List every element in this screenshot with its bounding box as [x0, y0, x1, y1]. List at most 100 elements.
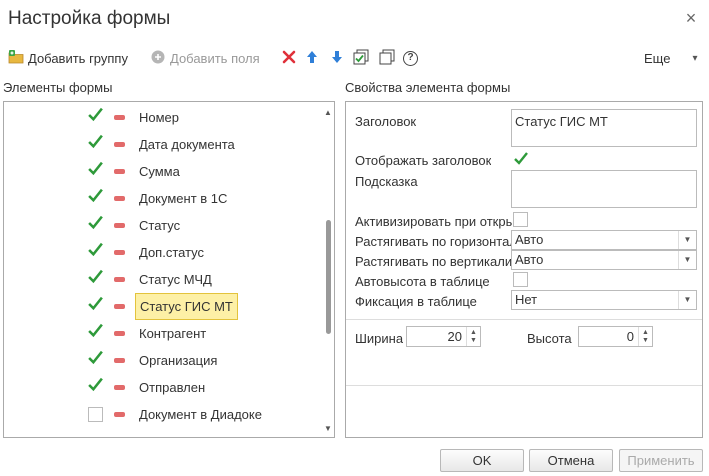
add-group-button[interactable]: Добавить группу: [8, 48, 128, 68]
tree-row[interactable]: Отправлен: [4, 374, 320, 401]
show-header-checkbox[interactable]: [513, 151, 528, 166]
visibility-checkbox[interactable]: [88, 407, 103, 422]
tree-row[interactable]: Дата документа: [4, 131, 320, 158]
chevron-down-icon[interactable]: ▼: [678, 291, 696, 309]
tree-item-label[interactable]: Статус ГИС МТ: [135, 293, 238, 320]
tree-row[interactable]: Сумма: [4, 158, 320, 185]
stretch-v-select[interactable]: Авто ▼: [511, 250, 697, 270]
remove-icon[interactable]: [114, 115, 125, 120]
stretch-h-select[interactable]: Авто ▼: [511, 230, 697, 250]
remove-icon[interactable]: [114, 169, 125, 174]
autoheight-checkbox[interactable]: [513, 272, 528, 287]
height-value: 0: [626, 329, 634, 344]
cancel-button[interactable]: Отмена: [529, 449, 613, 472]
add-fields-label: Добавить поля: [170, 50, 260, 66]
add-fields-button[interactable]: Добавить поля: [150, 48, 260, 68]
tree-scrollbar[interactable]: ▲ ▼: [322, 102, 334, 437]
move-up-button[interactable]: [305, 48, 319, 68]
check-all-button[interactable]: [353, 48, 369, 68]
tree-row[interactable]: Доп.статус: [4, 239, 320, 266]
header-label: Заголовок: [355, 114, 417, 129]
tree-item-label[interactable]: Документ в 1С: [135, 185, 231, 212]
checkmark-icon: [88, 296, 103, 311]
ok-button[interactable]: OK: [440, 449, 524, 472]
uncheck-all-button[interactable]: [379, 48, 395, 68]
divider: [346, 319, 702, 320]
hint-input[interactable]: [511, 170, 697, 208]
visibility-checkbox[interactable]: [88, 323, 103, 341]
tree-row[interactable]: Статус ГИС МТ: [4, 293, 320, 320]
delete-button[interactable]: [281, 48, 297, 68]
apply-button[interactable]: Применить: [619, 449, 703, 472]
uncheck-all-icon: [379, 49, 395, 68]
remove-icon[interactable]: [114, 412, 125, 417]
tree-row[interactable]: Контрагент: [4, 320, 320, 347]
remove-icon[interactable]: [114, 196, 125, 201]
spinner-icon[interactable]: ▲ ▼: [466, 327, 480, 346]
tree-item-label[interactable]: Номер: [135, 104, 183, 131]
remove-icon[interactable]: [114, 304, 125, 309]
scroll-up-arrow-icon[interactable]: ▲: [324, 108, 332, 117]
check-all-icon: [353, 49, 369, 68]
tree-row[interactable]: Статус: [4, 212, 320, 239]
tree-item-label[interactable]: Отправлен: [135, 374, 209, 401]
chevron-down-icon: ▾: [692, 52, 698, 64]
checkmark-icon: [88, 107, 103, 122]
visibility-checkbox[interactable]: [88, 134, 103, 152]
checkmark-icon: [88, 269, 103, 284]
tree-row[interactable]: Номер: [4, 104, 320, 131]
visibility-checkbox[interactable]: [88, 269, 103, 287]
move-down-button[interactable]: [330, 48, 344, 68]
height-stepper[interactable]: 0 ▲ ▼: [578, 326, 653, 347]
tree-item-label[interactable]: Доп.статус: [135, 239, 208, 266]
divider: [346, 385, 702, 386]
scroll-thumb[interactable]: [326, 220, 331, 334]
width-stepper[interactable]: 20 ▲ ▼: [406, 326, 481, 347]
remove-icon[interactable]: [114, 250, 125, 255]
tree-item-label[interactable]: Статус МЧД: [135, 266, 216, 293]
visibility-checkbox[interactable]: [88, 215, 103, 233]
checkmark-icon: [88, 323, 103, 338]
form-elements-tree[interactable]: Номер Дата документа Сумма Документ в 1С Ста…: [3, 101, 335, 438]
header-input[interactable]: Статус ГИС МТ: [511, 109, 697, 147]
tree-row[interactable]: Документ в 1С: [4, 185, 320, 212]
remove-icon[interactable]: [114, 331, 125, 336]
visibility-checkbox[interactable]: [88, 161, 103, 179]
visibility-checkbox[interactable]: [88, 188, 103, 206]
spinner-icon[interactable]: ▲ ▼: [638, 327, 652, 346]
fix-select[interactable]: Нет ▼: [511, 290, 697, 310]
hint-label: Подсказка: [355, 174, 418, 189]
help-button[interactable]: ?: [403, 48, 418, 68]
element-properties-heading: Свойства элемента формы: [345, 80, 511, 95]
remove-icon[interactable]: [114, 385, 125, 390]
tree-item-label[interactable]: Контрагент: [135, 320, 210, 347]
tree-item-label[interactable]: Документ в Диадоке: [135, 401, 266, 428]
stretch-v-value: Авто: [515, 252, 544, 267]
scroll-down-arrow-icon[interactable]: ▼: [324, 424, 332, 433]
tree-item-label[interactable]: Организация: [135, 347, 221, 374]
tree-item-label[interactable]: Дата документа: [135, 131, 239, 158]
remove-icon[interactable]: [114, 277, 125, 282]
close-icon[interactable]: ×: [683, 9, 699, 27]
visibility-checkbox[interactable]: [88, 377, 103, 395]
checkmark-icon: [88, 134, 103, 149]
visibility-checkbox[interactable]: [88, 107, 103, 125]
chevron-down-icon[interactable]: ▼: [678, 251, 696, 269]
tree-item-label[interactable]: Статус: [135, 212, 184, 239]
tree-item-label[interactable]: Сумма: [135, 158, 184, 185]
tree-row[interactable]: Организация: [4, 347, 320, 374]
chevron-down-icon[interactable]: ▼: [678, 231, 696, 249]
more-label: Еще: [644, 50, 671, 66]
remove-icon[interactable]: [114, 142, 125, 147]
remove-icon[interactable]: [114, 358, 125, 363]
properties-panel: Заголовок Статус ГИС МТ Отображать загол…: [345, 101, 703, 438]
visibility-checkbox[interactable]: [88, 296, 103, 314]
visibility-checkbox[interactable]: [88, 350, 103, 368]
tree-row[interactable]: Документ в Диадоке: [4, 401, 320, 428]
more-menu-button[interactable]: Еще ▾: [640, 48, 697, 68]
remove-icon[interactable]: [114, 223, 125, 228]
tree-row[interactable]: Статус МЧД: [4, 266, 320, 293]
visibility-checkbox[interactable]: [88, 242, 103, 260]
checkmark-icon: [88, 350, 103, 365]
activate-checkbox[interactable]: [513, 212, 528, 227]
